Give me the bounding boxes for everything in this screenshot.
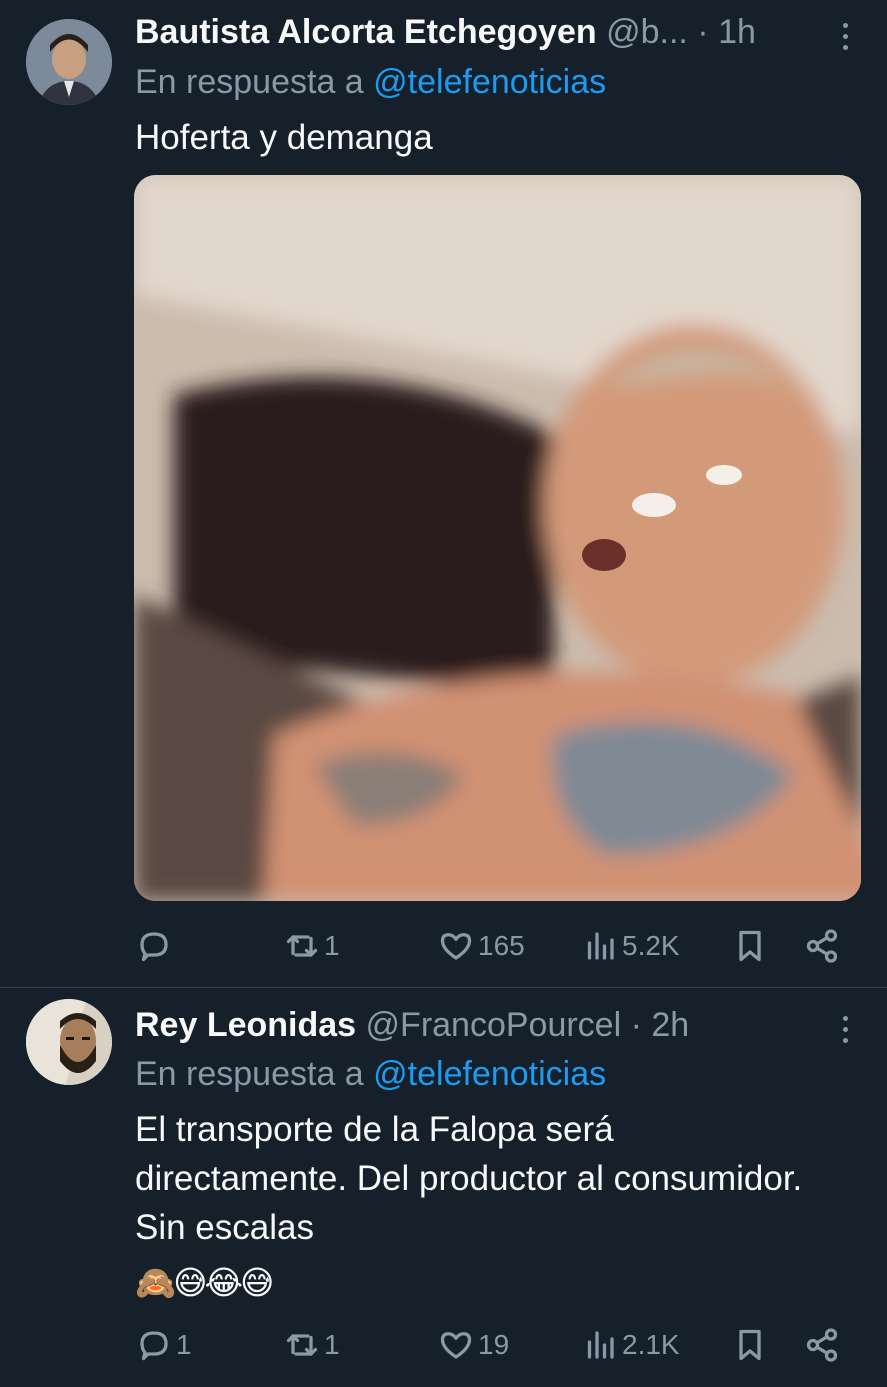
avatar[interactable] [26, 19, 112, 105]
tweet-divider [0, 987, 887, 988]
tweet-text: Hoferta y demanga [135, 118, 433, 157]
avatar[interactable] [26, 999, 112, 1085]
retweet-icon [286, 1334, 318, 1356]
tweet-media-image[interactable] [134, 175, 861, 901]
reply-mention[interactable]: @telefenoticias [373, 63, 606, 101]
tweet-header: Rey Leonidas @FrancoPourcel · 2h [135, 1003, 817, 1047]
reply-icon [140, 932, 168, 962]
share-icon [806, 929, 838, 963]
like-button[interactable]: 19 [438, 1317, 509, 1373]
like-icon [440, 933, 472, 960]
views-button[interactable]: 2.1K [582, 1317, 680, 1373]
share-button[interactable] [804, 1317, 840, 1373]
reply-prefix: En respuesta a [135, 63, 364, 101]
retweet-button[interactable]: 1 [284, 918, 340, 974]
retweet-button[interactable]: 1 [284, 1317, 340, 1373]
more-icon[interactable] [835, 1009, 855, 1049]
views-icon [587, 1331, 614, 1359]
separator: · [687, 13, 719, 51]
timestamp[interactable]: 1h [718, 13, 756, 51]
reply-mention[interactable]: @telefenoticias [373, 1055, 606, 1093]
bookmark-icon [739, 1329, 761, 1361]
tweet-actions: 1 165 5.2K [0, 918, 887, 974]
tweet-header: Bautista Alcorta Etchegoyen @b... · 1h [135, 10, 817, 54]
separator: · [621, 1006, 652, 1044]
reply-prefix: En respuesta a [135, 1055, 364, 1093]
bookmark-button[interactable] [732, 918, 768, 974]
tweet[interactable]: Rey Leonidas @FrancoPourcel · 2h En resp… [0, 989, 887, 1387]
more-icon[interactable] [835, 16, 855, 56]
reply-context: En respuesta a @telefenoticias [135, 60, 606, 104]
retweet-count: 1 [324, 930, 340, 961]
like-button[interactable]: 165 [438, 918, 525, 974]
like-count: 19 [478, 1329, 510, 1360]
reply-button[interactable] [136, 918, 176, 974]
author-handle[interactable]: @b... [606, 13, 688, 51]
bookmark-icon [739, 930, 761, 962]
retweet-icon [286, 935, 318, 957]
reply-context: En respuesta a @telefenoticias [135, 1052, 606, 1096]
views-icon [587, 932, 614, 960]
tweet-actions: 1 1 19 2.1K [0, 1317, 887, 1373]
author-name[interactable]: Bautista Alcorta Etchegoyen [135, 13, 597, 51]
tweet[interactable]: Bautista Alcorta Etchegoyen @b... · 1h E… [0, 0, 887, 988]
bookmark-button[interactable] [732, 1317, 768, 1373]
like-icon [440, 1332, 472, 1359]
author-name[interactable]: Rey Leonidas [135, 1006, 356, 1044]
views-count: 5.2K [622, 930, 680, 961]
reply-icon [140, 1331, 168, 1361]
author-handle[interactable]: @FrancoPourcel [366, 1006, 622, 1044]
like-count: 165 [478, 930, 525, 961]
timestamp[interactable]: 2h [651, 1006, 689, 1044]
retweet-count: 1 [324, 1329, 340, 1360]
views-button[interactable]: 5.2K [582, 918, 680, 974]
reply-button[interactable]: 1 [136, 1317, 192, 1373]
tweet-emojis: 🙈😅😂😅 [135, 1264, 274, 1301]
share-icon [806, 1328, 838, 1362]
views-count: 2.1K [622, 1329, 680, 1360]
reply-count: 1 [176, 1329, 192, 1360]
share-button[interactable] [804, 918, 840, 974]
tweet-text: El transporte de la Falopa será directam… [135, 1110, 803, 1247]
